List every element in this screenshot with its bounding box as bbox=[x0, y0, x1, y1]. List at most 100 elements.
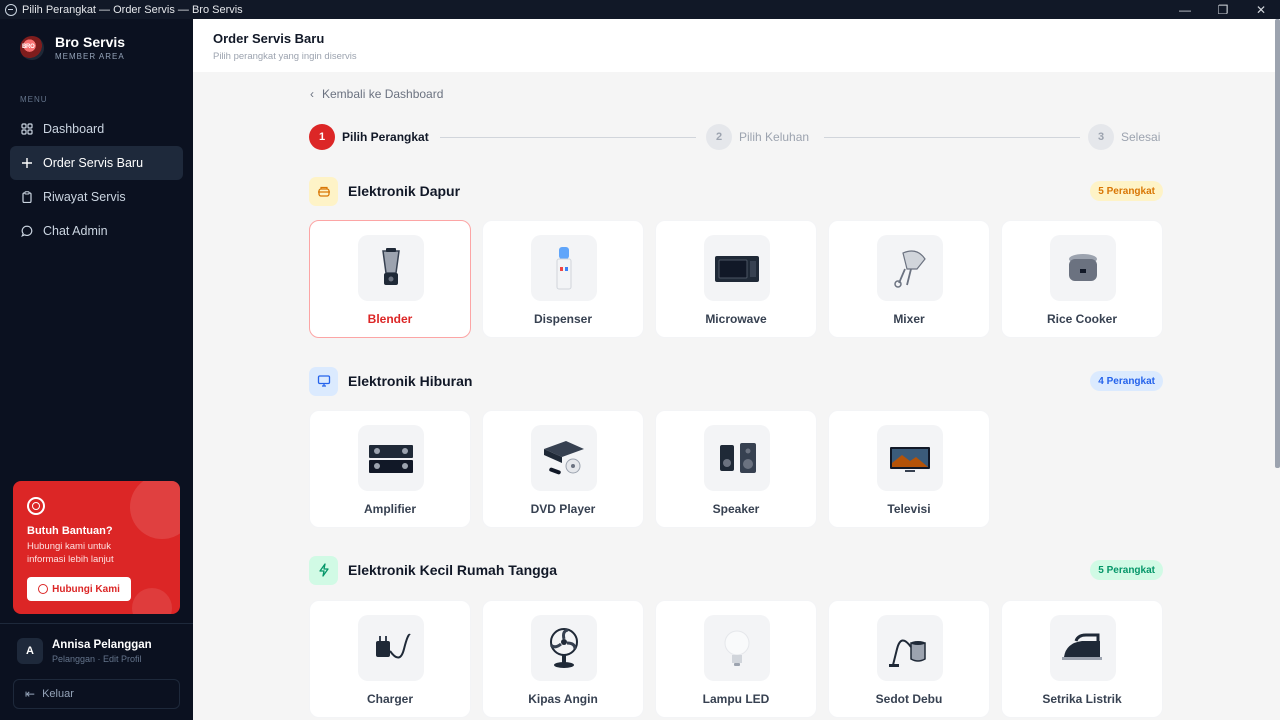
step-number: 3 bbox=[1088, 124, 1114, 150]
device-card-kipas-angin[interactable]: Kipas Angin bbox=[482, 600, 644, 718]
section-title: Elektronik Dapur bbox=[348, 183, 461, 199]
television-icon bbox=[877, 425, 943, 491]
device-card-televisi[interactable]: Televisi bbox=[828, 410, 990, 528]
chevron-left-icon: ‹ bbox=[310, 87, 314, 101]
device-label: Sedot Debu bbox=[875, 692, 943, 706]
close-button[interactable]: ✕ bbox=[1242, 0, 1280, 19]
lightning-icon bbox=[309, 555, 338, 585]
minimize-button[interactable]: — bbox=[1166, 0, 1204, 19]
help-card: Butuh Bantuan? Hubungi kami untuk inform… bbox=[13, 481, 180, 614]
step-label: Selesai bbox=[1121, 130, 1161, 144]
step-number: 2 bbox=[706, 124, 732, 150]
back-to-dashboard-link[interactable]: ‹ Kembali ke Dashboard bbox=[310, 87, 443, 101]
grid-icon bbox=[21, 123, 33, 135]
sidebar-item-label: Dashboard bbox=[43, 122, 105, 136]
device-card-setrika-listrik[interactable]: Setrika Listrik bbox=[1001, 600, 1163, 718]
device-count-badge: 4 Perangkat bbox=[1090, 371, 1163, 391]
section-elektronik-hiburan: Elektronik Hiburan 4 Perangkat bbox=[309, 366, 1163, 396]
decorative-circle bbox=[132, 588, 172, 614]
lifebuoy-icon bbox=[27, 497, 45, 515]
user-profile[interactable]: A Annisa Pelanggan Pelanggan · Edit Prof… bbox=[0, 623, 193, 678]
device-label: Amplifier bbox=[363, 502, 416, 516]
device-label: Speaker bbox=[712, 502, 760, 516]
device-card-dvd-player[interactable]: DVD Player bbox=[482, 410, 644, 528]
window-controls: — ❐ ✕ bbox=[1166, 0, 1280, 19]
device-card-amplifier[interactable]: Amplifier bbox=[309, 410, 471, 528]
whatsapp-icon bbox=[38, 584, 49, 594]
sidebar-item-chat-admin[interactable]: Chat Admin bbox=[10, 214, 183, 248]
maximize-button[interactable]: ❐ bbox=[1204, 0, 1242, 19]
logout-button[interactable]: ⇤ Keluar bbox=[13, 679, 180, 709]
brand[interactable]: Bro Servis MEMBER AREA bbox=[20, 34, 125, 61]
help-description: Hubungi kami untuk informasi lebih lanju… bbox=[27, 541, 114, 565]
menu-label: MENU bbox=[20, 95, 48, 104]
sidebar-item-label: Chat Admin bbox=[43, 224, 108, 238]
device-count-badge: 5 Perangkat bbox=[1090, 560, 1163, 580]
device-label: Microwave bbox=[705, 312, 767, 326]
amplifier-icon bbox=[358, 425, 424, 491]
sidebar: Bro Servis MEMBER AREA MENU Dashboard Or… bbox=[0, 19, 193, 720]
step-label: Pilih Keluhan bbox=[739, 130, 810, 144]
device-card-blender[interactable]: Blender bbox=[309, 220, 471, 338]
back-link-label: Kembali ke Dashboard bbox=[322, 87, 444, 101]
device-label: Charger bbox=[366, 692, 413, 706]
scrollbar[interactable] bbox=[1275, 19, 1280, 468]
sidebar-item-dashboard[interactable]: Dashboard bbox=[10, 112, 183, 146]
light-bulb-icon bbox=[704, 615, 770, 681]
dvd-player-icon bbox=[531, 425, 597, 491]
device-label: Dispenser bbox=[533, 312, 593, 326]
sidebar-item-order-servis-baru[interactable]: Order Servis Baru bbox=[10, 146, 183, 180]
microwave-icon bbox=[704, 235, 770, 301]
user-name: Annisa Pelanggan bbox=[52, 638, 152, 651]
sidebar-item-label: Order Servis Baru bbox=[43, 156, 144, 170]
sidebar-item-riwayat-servis[interactable]: Riwayat Servis bbox=[10, 180, 183, 214]
sidebar-item-label: Riwayat Servis bbox=[43, 190, 126, 204]
clipboard-icon bbox=[21, 191, 33, 203]
contact-us-button[interactable]: Hubungi Kami bbox=[27, 577, 131, 601]
device-card-microwave[interactable]: Microwave bbox=[655, 220, 817, 338]
device-card-lampu-led[interactable]: Lampu LED bbox=[655, 600, 817, 718]
device-count-badge: 5 Perangkat bbox=[1090, 181, 1163, 201]
page-header: Order Servis Baru Pilih perangkat yang i… bbox=[193, 19, 1280, 72]
pot-icon bbox=[309, 176, 338, 206]
user-role: Pelanggan · Edit Profil bbox=[52, 653, 142, 664]
page-subtitle: Pilih perangkat yang ingin diservis bbox=[213, 51, 357, 62]
step-connector bbox=[824, 137, 1080, 138]
blender-icon bbox=[358, 235, 424, 301]
step-2: 2 Pilih Keluhan bbox=[706, 124, 809, 150]
device-label: Lampu LED bbox=[702, 692, 770, 706]
rice-cooker-icon bbox=[1050, 235, 1116, 301]
section-title: Elektronik Kecil Rumah Tangga bbox=[348, 562, 558, 578]
vacuum-cleaner-icon bbox=[877, 615, 943, 681]
window-titlebar: Pilih Perangkat — Order Servis — Bro Ser… bbox=[0, 0, 1280, 19]
device-label: Kipas Angin bbox=[528, 692, 598, 706]
monitor-icon bbox=[309, 366, 338, 396]
device-grid-dapur: Blender Dispenser Microwave Mixer Rice C… bbox=[309, 220, 1163, 340]
iron-icon bbox=[1050, 615, 1116, 681]
brand-logo-icon bbox=[20, 35, 44, 60]
device-card-sedot-debu[interactable]: Sedot Debu bbox=[828, 600, 990, 718]
step-number: 1 bbox=[309, 124, 335, 150]
device-card-dispenser[interactable]: Dispenser bbox=[482, 220, 644, 338]
device-card-charger[interactable]: Charger bbox=[309, 600, 471, 718]
globe-icon bbox=[5, 3, 17, 16]
avatar: A bbox=[17, 638, 43, 664]
speaker-icon bbox=[704, 425, 770, 491]
page-title: Order Servis Baru bbox=[213, 31, 325, 46]
device-label: Setrika Listrik bbox=[1042, 692, 1122, 706]
step-connector bbox=[440, 137, 696, 138]
logout-label: Keluar bbox=[42, 688, 74, 700]
device-card-mixer[interactable]: Mixer bbox=[828, 220, 990, 338]
logout-icon: ⇤ bbox=[25, 687, 36, 701]
chat-icon bbox=[21, 225, 33, 237]
brand-subtitle: MEMBER AREA bbox=[55, 52, 125, 61]
plus-icon bbox=[21, 157, 33, 169]
device-label: Rice Cooker bbox=[1046, 312, 1118, 326]
step-3: 3 Selesai bbox=[1088, 124, 1160, 150]
dispenser-icon bbox=[531, 235, 597, 301]
device-card-speaker[interactable]: Speaker bbox=[655, 410, 817, 528]
step-1: 1 Pilih Perangkat bbox=[309, 124, 429, 150]
section-elektronik-kecil-rumah-tangga: Elektronik Kecil Rumah Tangga 5 Perangka… bbox=[309, 555, 1163, 585]
device-card-rice-cooker[interactable]: Rice Cooker bbox=[1001, 220, 1163, 338]
section-elektronik-dapur: Elektronik Dapur 5 Perangkat bbox=[309, 176, 1163, 206]
